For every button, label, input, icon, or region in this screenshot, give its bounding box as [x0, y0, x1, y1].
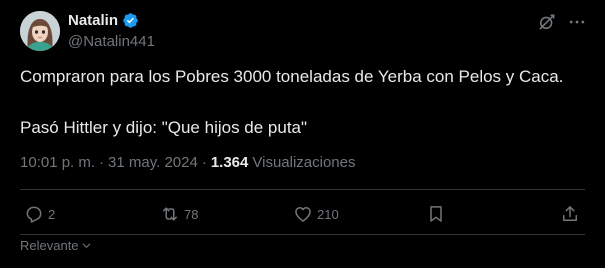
repost-count: 78 — [184, 206, 199, 222]
avatar-image — [20, 11, 60, 51]
bookmark-button[interactable] — [426, 200, 446, 228]
author-name-row: Natalin — [68, 12, 139, 29]
reply-count: 2 — [48, 206, 56, 222]
like-count: 210 — [317, 206, 339, 222]
views-label: Visualizaciones — [252, 154, 356, 171]
tweet-meta: 10:01 p. m. · 31 may. 2024 · 1.364 Visua… — [20, 154, 356, 171]
like-icon — [295, 207, 311, 222]
chevron-down-icon — [82, 243, 90, 248]
share-button[interactable] — [560, 200, 580, 228]
tweet-text-line-1: Compraron para los Pobres 3000 toneladas… — [20, 67, 564, 86]
more-icon[interactable] — [567, 12, 587, 32]
divider — [20, 189, 585, 190]
bookmark-icon — [430, 206, 442, 222]
author-display-name[interactable]: Natalin — [68, 12, 118, 29]
avatar[interactable] — [20, 11, 60, 51]
tweet-time[interactable]: 10:01 p. m. — [20, 154, 95, 171]
reply-button[interactable]: 2 — [24, 200, 55, 228]
tweet-date[interactable]: 31 may. 2024 — [108, 154, 198, 171]
share-icon — [563, 206, 577, 221]
verified-badge-icon[interactable] — [122, 12, 139, 29]
views-count: 1.364 — [210, 154, 249, 171]
tweet-text-line-2: Pasó Hittler y dijo: "Que hijos de puta" — [20, 118, 308, 137]
meta-separator: · — [201, 154, 207, 171]
reply-sort-dropdown[interactable]: Relevante — [20, 238, 92, 253]
reply-icon — [26, 206, 42, 223]
author-handle[interactable]: @Natalin441 — [68, 33, 155, 50]
meta-separator: · — [99, 154, 105, 171]
divider — [20, 234, 585, 235]
action-bar: 2 78 210 — [20, 200, 592, 228]
repost-button[interactable]: 78 — [160, 200, 198, 228]
grok-icon[interactable] — [537, 12, 557, 32]
like-button[interactable]: 210 — [293, 200, 339, 228]
sort-label: Relevante — [20, 238, 79, 253]
repost-icon — [163, 207, 177, 221]
